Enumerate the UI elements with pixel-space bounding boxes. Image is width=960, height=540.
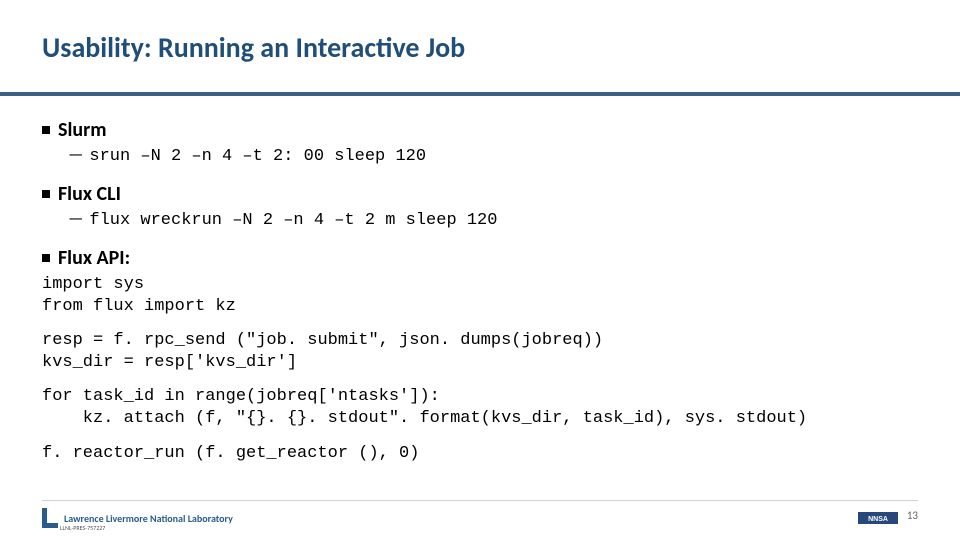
fluxapi-code-block-4: f. reactor_run (f. get_reactor (), 0) [42, 443, 918, 465]
fluxapi-code-block-2: resp = f. rpc_send ("job. submit", json.… [42, 330, 918, 374]
heading-fluxapi: Flux API: [58, 246, 130, 270]
llnl-logo-icon [42, 508, 58, 528]
dash-icon: — [68, 208, 83, 229]
heading-slurm: Slurm [58, 118, 106, 142]
llnl-name: Lawrence Livermore National Laboratory [64, 512, 233, 525]
bullet-slurm: Slurm [42, 118, 918, 142]
fluxapi-code-block-1: import sys from flux import kz [42, 274, 918, 318]
bullet-square-icon [42, 190, 50, 198]
fluxapi-code-block-3: for task_id in range(jobreq['ntasks']): … [42, 386, 918, 430]
bullet-square-icon [42, 126, 50, 134]
subbullet-fluxcli-cmd: — flux wreckrun –N 2 –n 4 –t 2 m sleep 12… [68, 208, 918, 230]
title-rule [0, 92, 960, 96]
page-number: 13 [907, 509, 918, 522]
doc-id: LLNL-PRES-757227 [60, 524, 105, 532]
heading-fluxcli: Flux CLI [58, 182, 121, 206]
bullet-square-icon [42, 254, 50, 262]
slurm-command: srun –N 2 –n 4 –t 2: 00 sleep 120 [89, 147, 426, 166]
svg-text:NNSA: NNSA [868, 516, 888, 523]
bullet-fluxcli: Flux CLI [42, 182, 918, 206]
fluxcli-command: flux wreckrun –N 2 –n 4 –t 2 m sleep 120 [89, 211, 497, 230]
dash-icon: — [68, 144, 83, 165]
slide-footer: Lawrence Livermore National Laboratory L… [42, 500, 918, 530]
slide-title: Usability: Running an Interactive Job [42, 30, 465, 65]
subbullet-slurm-cmd: — srun –N 2 –n 4 –t 2: 00 sleep 120 [68, 144, 918, 166]
nnsa-logo-icon: NNSA [858, 508, 898, 528]
bullet-fluxapi: Flux API: [42, 246, 918, 270]
slide-body: Slurm — srun –N 2 –n 4 –t 2: 00 sleep 120… [42, 110, 918, 465]
